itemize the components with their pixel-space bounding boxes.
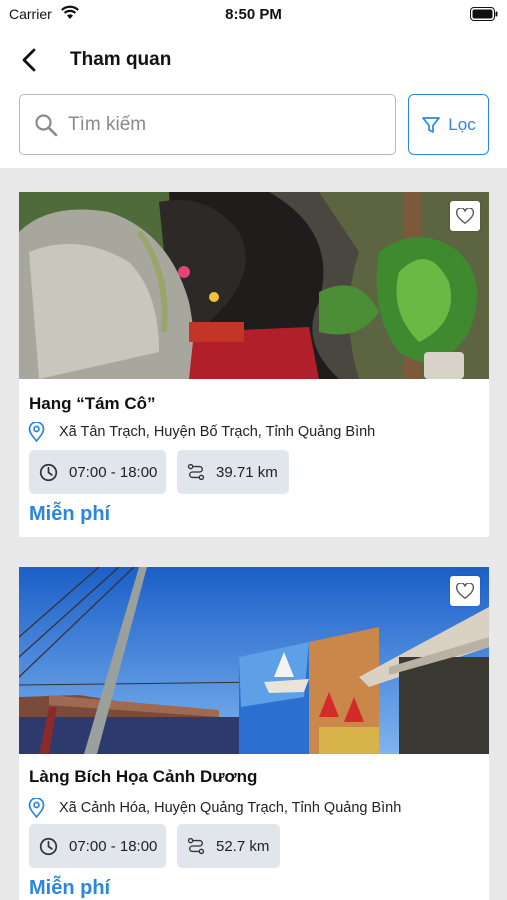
opening-hours-chip: 07:00 - 18:00	[29, 450, 166, 494]
page-title: Tham quan	[70, 49, 172, 70]
favorite-button[interactable]	[450, 576, 480, 606]
address-row: Xã Tân Trạch, Huyện Bố Trạch, Tỉnh Quảng…	[28, 422, 375, 442]
heart-icon	[456, 207, 474, 224]
place-card[interactable]: Làng Bích Họa Cảnh Dương Xã Cảnh Hóa, Hu…	[19, 567, 489, 900]
place-address: Xã Tân Trạch, Huyện Bố Trạch, Tỉnh Quảng…	[59, 424, 376, 440]
opening-hours-chip: 07:00 - 18:00	[29, 824, 166, 868]
chevron-left-icon	[22, 48, 36, 72]
opening-hours: 07:00 - 18:00	[69, 463, 158, 481]
place-photo	[19, 567, 489, 754]
heart-icon	[456, 582, 474, 599]
header: Tham quan Lọc	[0, 28, 507, 168]
location-pin-icon	[28, 422, 45, 442]
filter-button[interactable]: Lọc	[408, 94, 489, 155]
price-label: Miễn phí	[29, 503, 111, 525]
distance-chip: 39.71 km	[177, 450, 289, 494]
search-icon	[34, 113, 58, 142]
place-name: Làng Bích Họa Cảnh Dương	[29, 767, 258, 786]
clock-icon	[39, 837, 58, 855]
place-name: Hang “Tám Cô”	[29, 394, 156, 413]
distance-chip: 52.7 km	[177, 824, 280, 868]
address-row: Xã Cảnh Hóa, Huyện Quảng Trạch, Tỉnh Quả…	[28, 798, 401, 818]
search-input[interactable]	[68, 105, 378, 145]
distance: 39.71 km	[216, 463, 278, 481]
place-card[interactable]: Hang “Tám Cô” Xã Tân Trạch, Huyện Bố Trạ…	[19, 192, 489, 537]
route-icon	[187, 463, 205, 481]
status-time: 8:50 PM	[225, 6, 282, 23]
price-label: Miễn phí	[29, 877, 111, 899]
distance: 52.7 km	[216, 837, 270, 855]
route-icon	[187, 837, 205, 855]
back-button[interactable]	[14, 44, 44, 76]
search-box[interactable]	[19, 94, 396, 155]
location-pin-icon	[28, 798, 45, 818]
clock-icon	[39, 463, 58, 481]
filter-icon	[422, 116, 441, 133]
favorite-button[interactable]	[450, 201, 480, 231]
status-bar: Carrier 8:50 PM	[0, 0, 507, 28]
place-photo	[19, 192, 489, 379]
opening-hours: 07:00 - 18:00	[69, 837, 158, 855]
place-address: Xã Cảnh Hóa, Huyện Quảng Trạch, Tỉnh Quả…	[59, 800, 402, 816]
filter-label: Lọc	[448, 114, 476, 134]
battery-icon	[470, 7, 498, 26]
